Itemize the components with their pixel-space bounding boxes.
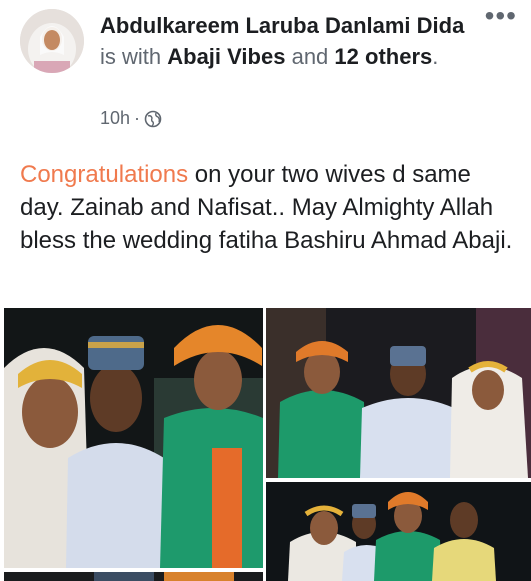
author-name[interactable]: Abdulkareem Laruba Danlami Dida (100, 13, 464, 38)
avatar[interactable] (20, 9, 84, 73)
wedding-photo-2[interactable] (266, 308, 531, 478)
post-text: Congratulations on your two wives d same… (20, 158, 520, 257)
post-header: Abdulkareem Laruba Danlami Dida is with … (100, 10, 480, 72)
globe-icon[interactable] (144, 110, 162, 128)
tagged-page[interactable]: Abaji Vibes (167, 44, 285, 69)
header-period: . (432, 44, 439, 69)
tagged-others-link[interactable]: 12 others (334, 44, 432, 69)
meta-separator: · (134, 108, 141, 128)
highlight-word: Congratulations (20, 161, 189, 188)
with-text: is with (100, 44, 162, 69)
and-text: and (291, 44, 329, 69)
post-time[interactable]: 10h (100, 108, 130, 129)
post-meta: 10h · (100, 108, 162, 129)
wedding-photo-1[interactable] (4, 308, 263, 568)
wedding-photo-4[interactable] (4, 572, 263, 581)
wedding-photo-3[interactable] (266, 482, 531, 581)
more-options-button[interactable]: ••• (485, 2, 517, 30)
